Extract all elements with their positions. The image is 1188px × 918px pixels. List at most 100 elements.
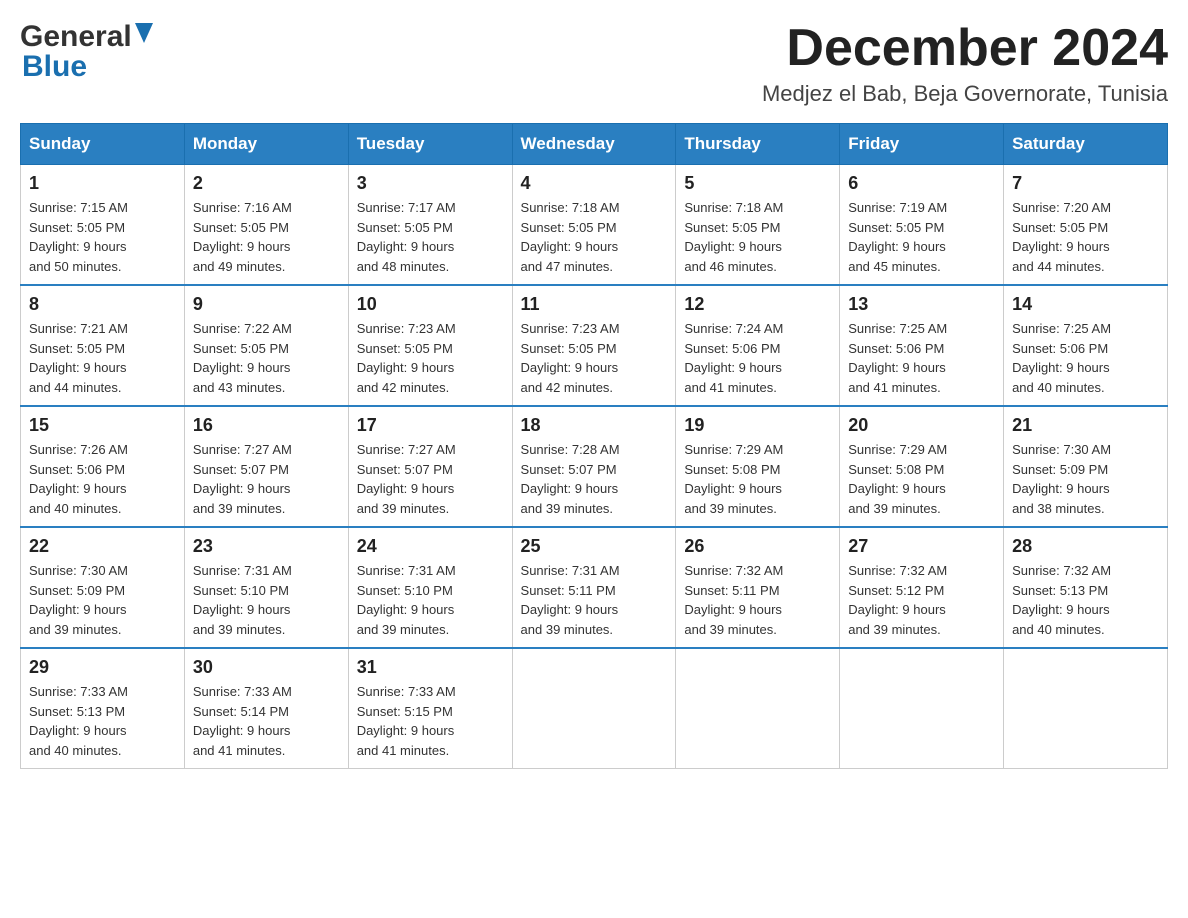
calendar-cell: 14Sunrise: 7:25 AMSunset: 5:06 PMDayligh… xyxy=(1004,285,1168,406)
day-number: 19 xyxy=(684,415,831,436)
day-number: 10 xyxy=(357,294,504,315)
day-number: 18 xyxy=(521,415,668,436)
calendar-cell: 15 Sunrise: 7:26 AMSunset: 5:06 PMDayligh… xyxy=(21,406,185,527)
calendar-cell: 29 Sunrise: 7:33 AMSunset: 5:13 PMDayligh… xyxy=(21,648,185,769)
day-info: Sunrise: 7:30 AMSunset: 5:09 PMDaylight:… xyxy=(1012,440,1159,518)
day-info: Sunrise: 7:23 AMSunset: 5:05 PMDaylight:… xyxy=(521,319,668,397)
day-info: Sunrise: 7:17 AMSunset: 5:05 PMDaylight:… xyxy=(357,198,504,276)
day-info: Sunrise: 7:32 AMSunset: 5:11 PMDaylight:… xyxy=(684,561,831,639)
calendar-week-row: 8 Sunrise: 7:21 AMSunset: 5:05 PMDaylight… xyxy=(21,285,1168,406)
calendar-cell: 11 Sunrise: 7:23 AMSunset: 5:05 PMDayligh… xyxy=(512,285,676,406)
day-number: 2 xyxy=(193,173,340,194)
day-number: 20 xyxy=(848,415,995,436)
day-info: Sunrise: 7:18 AMSunset: 5:05 PMDaylight:… xyxy=(521,198,668,276)
calendar-cell: 22Sunrise: 7:30 AMSunset: 5:09 PMDayligh… xyxy=(21,527,185,648)
calendar-cell: 18 Sunrise: 7:28 AMSunset: 5:07 PMDayligh… xyxy=(512,406,676,527)
calendar-cell xyxy=(512,648,676,769)
day-info: Sunrise: 7:26 AMSunset: 5:06 PMDaylight:… xyxy=(29,440,176,518)
day-number: 13 xyxy=(848,294,995,315)
calendar-cell: 6 Sunrise: 7:19 AMSunset: 5:05 PMDaylight… xyxy=(840,165,1004,286)
column-header-thursday: Thursday xyxy=(676,124,840,165)
calendar-cell: 8 Sunrise: 7:21 AMSunset: 5:05 PMDaylight… xyxy=(21,285,185,406)
day-number: 1 xyxy=(29,173,176,194)
day-number: 17 xyxy=(357,415,504,436)
day-number: 24 xyxy=(357,536,504,557)
day-info: Sunrise: 7:22 AMSunset: 5:05 PMDaylight:… xyxy=(193,319,340,397)
day-number: 31 xyxy=(357,657,504,678)
day-info: Sunrise: 7:27 AMSunset: 5:07 PMDaylight:… xyxy=(357,440,504,518)
day-number: 21 xyxy=(1012,415,1159,436)
column-header-tuesday: Tuesday xyxy=(348,124,512,165)
day-info: Sunrise: 7:21 AMSunset: 5:05 PMDaylight:… xyxy=(29,319,176,397)
day-info: Sunrise: 7:15 AMSunset: 5:05 PMDaylight:… xyxy=(29,198,176,276)
calendar-cell: 7 Sunrise: 7:20 AMSunset: 5:05 PMDaylight… xyxy=(1004,165,1168,286)
calendar-header-row: SundayMondayTuesdayWednesdayThursdayFrid… xyxy=(21,124,1168,165)
day-number: 14 xyxy=(1012,294,1159,315)
day-info: Sunrise: 7:33 AMSunset: 5:15 PMDaylight:… xyxy=(357,682,504,760)
day-number: 28 xyxy=(1012,536,1159,557)
day-info: Sunrise: 7:16 AMSunset: 5:05 PMDaylight:… xyxy=(193,198,340,276)
logo-arrow-icon xyxy=(135,23,153,48)
calendar-cell: 27 Sunrise: 7:32 AMSunset: 5:12 PMDayligh… xyxy=(840,527,1004,648)
day-info: Sunrise: 7:29 AMSunset: 5:08 PMDaylight:… xyxy=(848,440,995,518)
calendar-cell: 13 Sunrise: 7:25 AMSunset: 5:06 PMDayligh… xyxy=(840,285,1004,406)
day-number: 4 xyxy=(521,173,668,194)
day-number: 9 xyxy=(193,294,340,315)
day-number: 6 xyxy=(848,173,995,194)
calendar-cell: 16 Sunrise: 7:27 AMSunset: 5:07 PMDayligh… xyxy=(184,406,348,527)
column-header-sunday: Sunday xyxy=(21,124,185,165)
calendar-week-row: 29 Sunrise: 7:33 AMSunset: 5:13 PMDayligh… xyxy=(21,648,1168,769)
day-info: Sunrise: 7:31 AMSunset: 5:11 PMDaylight:… xyxy=(521,561,668,639)
day-info: Sunrise: 7:31 AMSunset: 5:10 PMDaylight:… xyxy=(193,561,340,639)
day-number: 22 xyxy=(29,536,176,557)
calendar-cell: 4 Sunrise: 7:18 AMSunset: 5:05 PMDaylight… xyxy=(512,165,676,286)
calendar-week-row: 1 Sunrise: 7:15 AMSunset: 5:05 PMDaylight… xyxy=(21,165,1168,286)
calendar-cell: 9 Sunrise: 7:22 AMSunset: 5:05 PMDaylight… xyxy=(184,285,348,406)
day-info: Sunrise: 7:28 AMSunset: 5:07 PMDaylight:… xyxy=(521,440,668,518)
calendar-cell: 28 Sunrise: 7:32 AMSunset: 5:13 PMDayligh… xyxy=(1004,527,1168,648)
calendar-cell: 21 Sunrise: 7:30 AMSunset: 5:09 PMDayligh… xyxy=(1004,406,1168,527)
calendar-cell: 20 Sunrise: 7:29 AMSunset: 5:08 PMDayligh… xyxy=(840,406,1004,527)
day-info: Sunrise: 7:32 AMSunset: 5:12 PMDaylight:… xyxy=(848,561,995,639)
column-header-monday: Monday xyxy=(184,124,348,165)
day-info: Sunrise: 7:18 AMSunset: 5:05 PMDaylight:… xyxy=(684,198,831,276)
day-number: 12 xyxy=(684,294,831,315)
title-area: December 2024 Medjez el Bab, Beja Govern… xyxy=(762,20,1168,107)
day-number: 23 xyxy=(193,536,340,557)
day-number: 29 xyxy=(29,657,176,678)
column-header-saturday: Saturday xyxy=(1004,124,1168,165)
day-info: Sunrise: 7:33 AMSunset: 5:13 PMDaylight:… xyxy=(29,682,176,760)
calendar-cell: 5 Sunrise: 7:18 AMSunset: 5:05 PMDaylight… xyxy=(676,165,840,286)
day-info: Sunrise: 7:20 AMSunset: 5:05 PMDaylight:… xyxy=(1012,198,1159,276)
calendar-cell: 25 Sunrise: 7:31 AMSunset: 5:11 PMDayligh… xyxy=(512,527,676,648)
day-info: Sunrise: 7:25 AMSunset: 5:06 PMDaylight:… xyxy=(848,319,995,397)
calendar-cell: 31 Sunrise: 7:33 AMSunset: 5:15 PMDayligh… xyxy=(348,648,512,769)
day-info: Sunrise: 7:32 AMSunset: 5:13 PMDaylight:… xyxy=(1012,561,1159,639)
calendar-cell: 3Sunrise: 7:17 AMSunset: 5:05 PMDaylight… xyxy=(348,165,512,286)
column-header-wednesday: Wednesday xyxy=(512,124,676,165)
day-info: Sunrise: 7:31 AMSunset: 5:10 PMDaylight:… xyxy=(357,561,504,639)
logo-blue-text: Blue xyxy=(20,50,87,84)
day-info: Sunrise: 7:23 AMSunset: 5:05 PMDaylight:… xyxy=(357,319,504,397)
day-number: 8 xyxy=(29,294,176,315)
calendar-week-row: 15 Sunrise: 7:26 AMSunset: 5:06 PMDayligh… xyxy=(21,406,1168,527)
day-number: 26 xyxy=(684,536,831,557)
day-number: 25 xyxy=(521,536,668,557)
day-number: 27 xyxy=(848,536,995,557)
day-number: 7 xyxy=(1012,173,1159,194)
calendar-week-row: 22Sunrise: 7:30 AMSunset: 5:09 PMDayligh… xyxy=(21,527,1168,648)
day-number: 11 xyxy=(521,294,668,315)
day-number: 16 xyxy=(193,415,340,436)
day-number: 5 xyxy=(684,173,831,194)
calendar-cell: 24 Sunrise: 7:31 AMSunset: 5:10 PMDayligh… xyxy=(348,527,512,648)
calendar-cell xyxy=(840,648,1004,769)
calendar-cell xyxy=(676,648,840,769)
calendar-cell: 19Sunrise: 7:29 AMSunset: 5:08 PMDayligh… xyxy=(676,406,840,527)
calendar-cell: 23 Sunrise: 7:31 AMSunset: 5:10 PMDayligh… xyxy=(184,527,348,648)
column-header-friday: Friday xyxy=(840,124,1004,165)
day-info: Sunrise: 7:19 AMSunset: 5:05 PMDaylight:… xyxy=(848,198,995,276)
day-info: Sunrise: 7:27 AMSunset: 5:07 PMDaylight:… xyxy=(193,440,340,518)
calendar-cell: 26 Sunrise: 7:32 AMSunset: 5:11 PMDayligh… xyxy=(676,527,840,648)
calendar-cell: 12Sunrise: 7:24 AMSunset: 5:06 PMDayligh… xyxy=(676,285,840,406)
day-number: 15 xyxy=(29,415,176,436)
